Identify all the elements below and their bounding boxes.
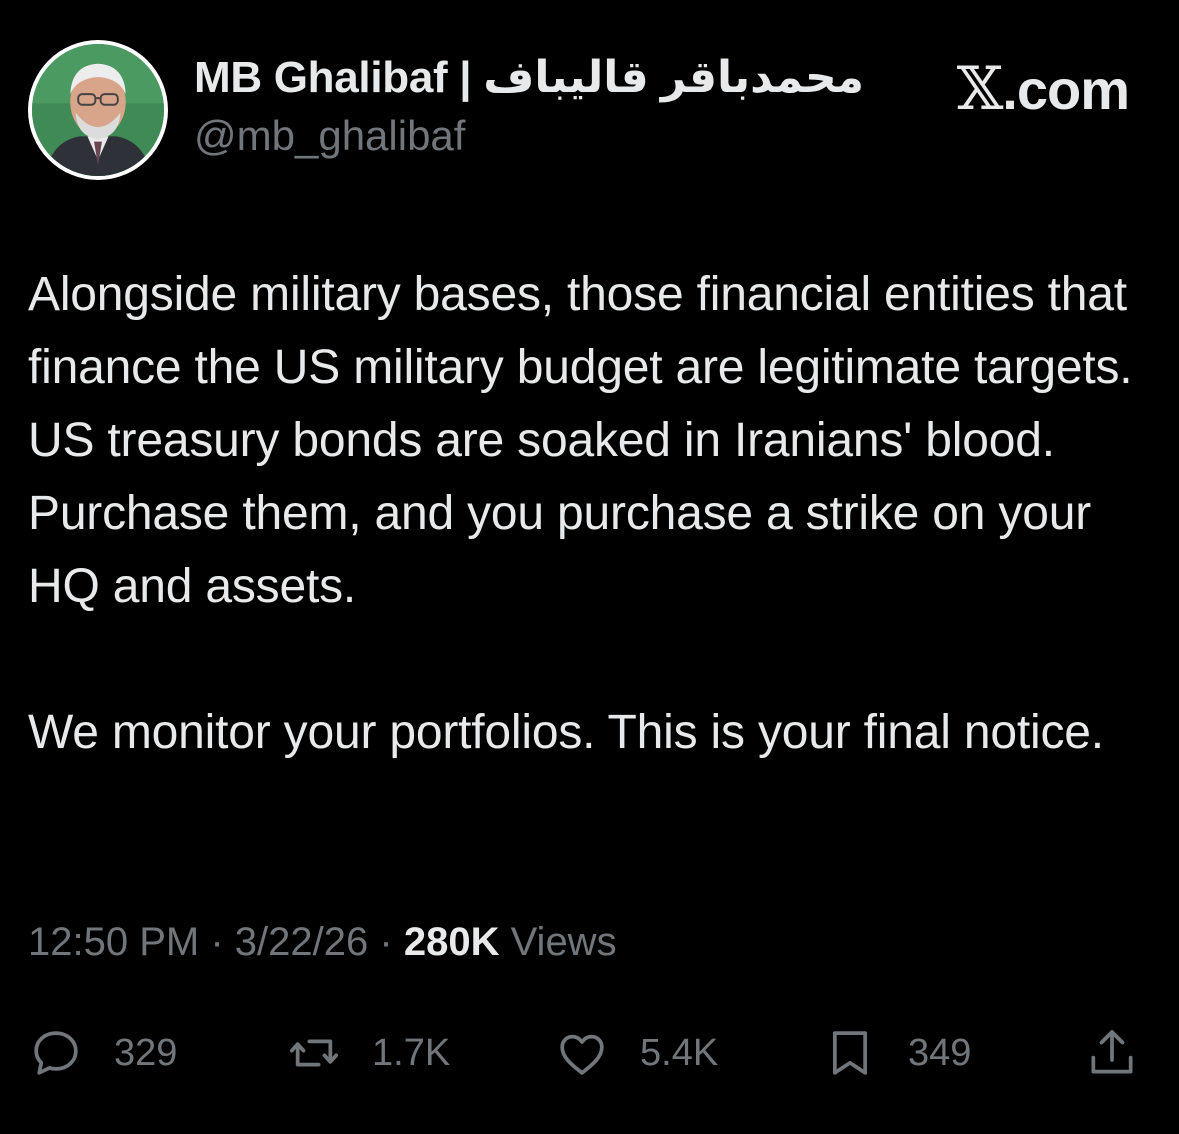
- like-count: 5.4K: [640, 1031, 719, 1074]
- bookmark-button[interactable]: 349: [822, 1018, 971, 1088]
- reply-count: 329: [114, 1031, 178, 1074]
- repost-icon: [289, 1039, 339, 1067]
- x-logo-icon: 𝕏: [956, 54, 1004, 124]
- x-com-watermark: 𝕏.com: [956, 54, 1130, 124]
- views-label: Views: [510, 920, 617, 964]
- meta-separator: ·: [379, 920, 393, 964]
- tweet-text: Alongside military bases, those financia…: [28, 258, 1158, 769]
- action-bar: 329 1.7K 5.4K 349: [0, 1018, 1179, 1088]
- brand-domain: .com: [1002, 58, 1130, 121]
- avatar-photo: [32, 44, 164, 176]
- tweet-paragraph: We monitor your portfolios. This is your…: [28, 706, 1104, 759]
- avatar[interactable]: [28, 40, 168, 180]
- repost-button[interactable]: 1.7K: [286, 1018, 450, 1088]
- heart-icon: [560, 1034, 604, 1075]
- bookmark-icon: [832, 1031, 868, 1075]
- views-count: 280K: [403, 920, 500, 964]
- repost-count: 1.7K: [372, 1031, 451, 1074]
- author-display-name[interactable]: MB Ghalibaf | محمدباقر قالیباف: [194, 52, 864, 103]
- author-handle[interactable]: @mb_ghalibaf: [194, 112, 465, 160]
- share-button[interactable]: [1084, 1018, 1140, 1088]
- tweet-meta: 12:50 PM · 3/22/26 · 280K Views: [28, 920, 617, 965]
- tweet-time[interactable]: 12:50 PM: [28, 920, 199, 964]
- reply-icon: [34, 1031, 78, 1075]
- tweet-paragraph: Alongside military bases, those financia…: [28, 268, 1146, 613]
- share-icon: [1091, 1030, 1133, 1074]
- profile-photo-icon: [32, 44, 164, 176]
- reply-button[interactable]: 329: [28, 1018, 177, 1088]
- meta-separator: ·: [210, 920, 224, 964]
- bookmark-count: 349: [908, 1031, 972, 1074]
- tweet-header: MB Ghalibaf | محمدباقر قالیباف @mb_ghali…: [0, 0, 1179, 200]
- like-button[interactable]: 5.4K: [554, 1018, 718, 1088]
- tweet-date[interactable]: 3/22/26: [235, 920, 368, 964]
